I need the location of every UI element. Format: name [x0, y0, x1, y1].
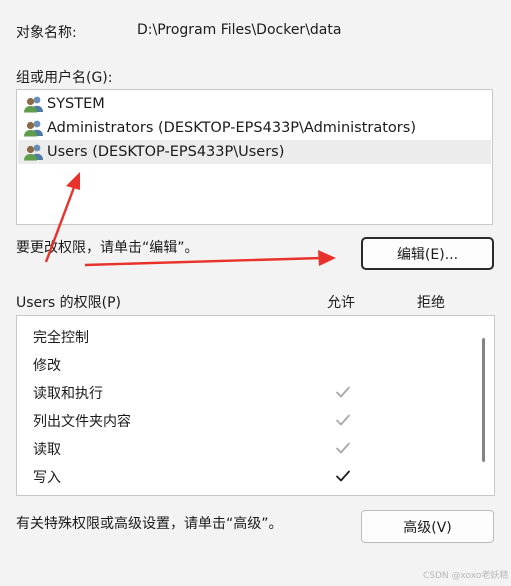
annotation-arrow-to-users — [44, 172, 80, 263]
watermark: CSDN @xoxo老妖精 — [423, 571, 509, 581]
annotation-arrow-to-edit — [84, 250, 336, 267]
annotation-arrows — [44, 172, 336, 267]
